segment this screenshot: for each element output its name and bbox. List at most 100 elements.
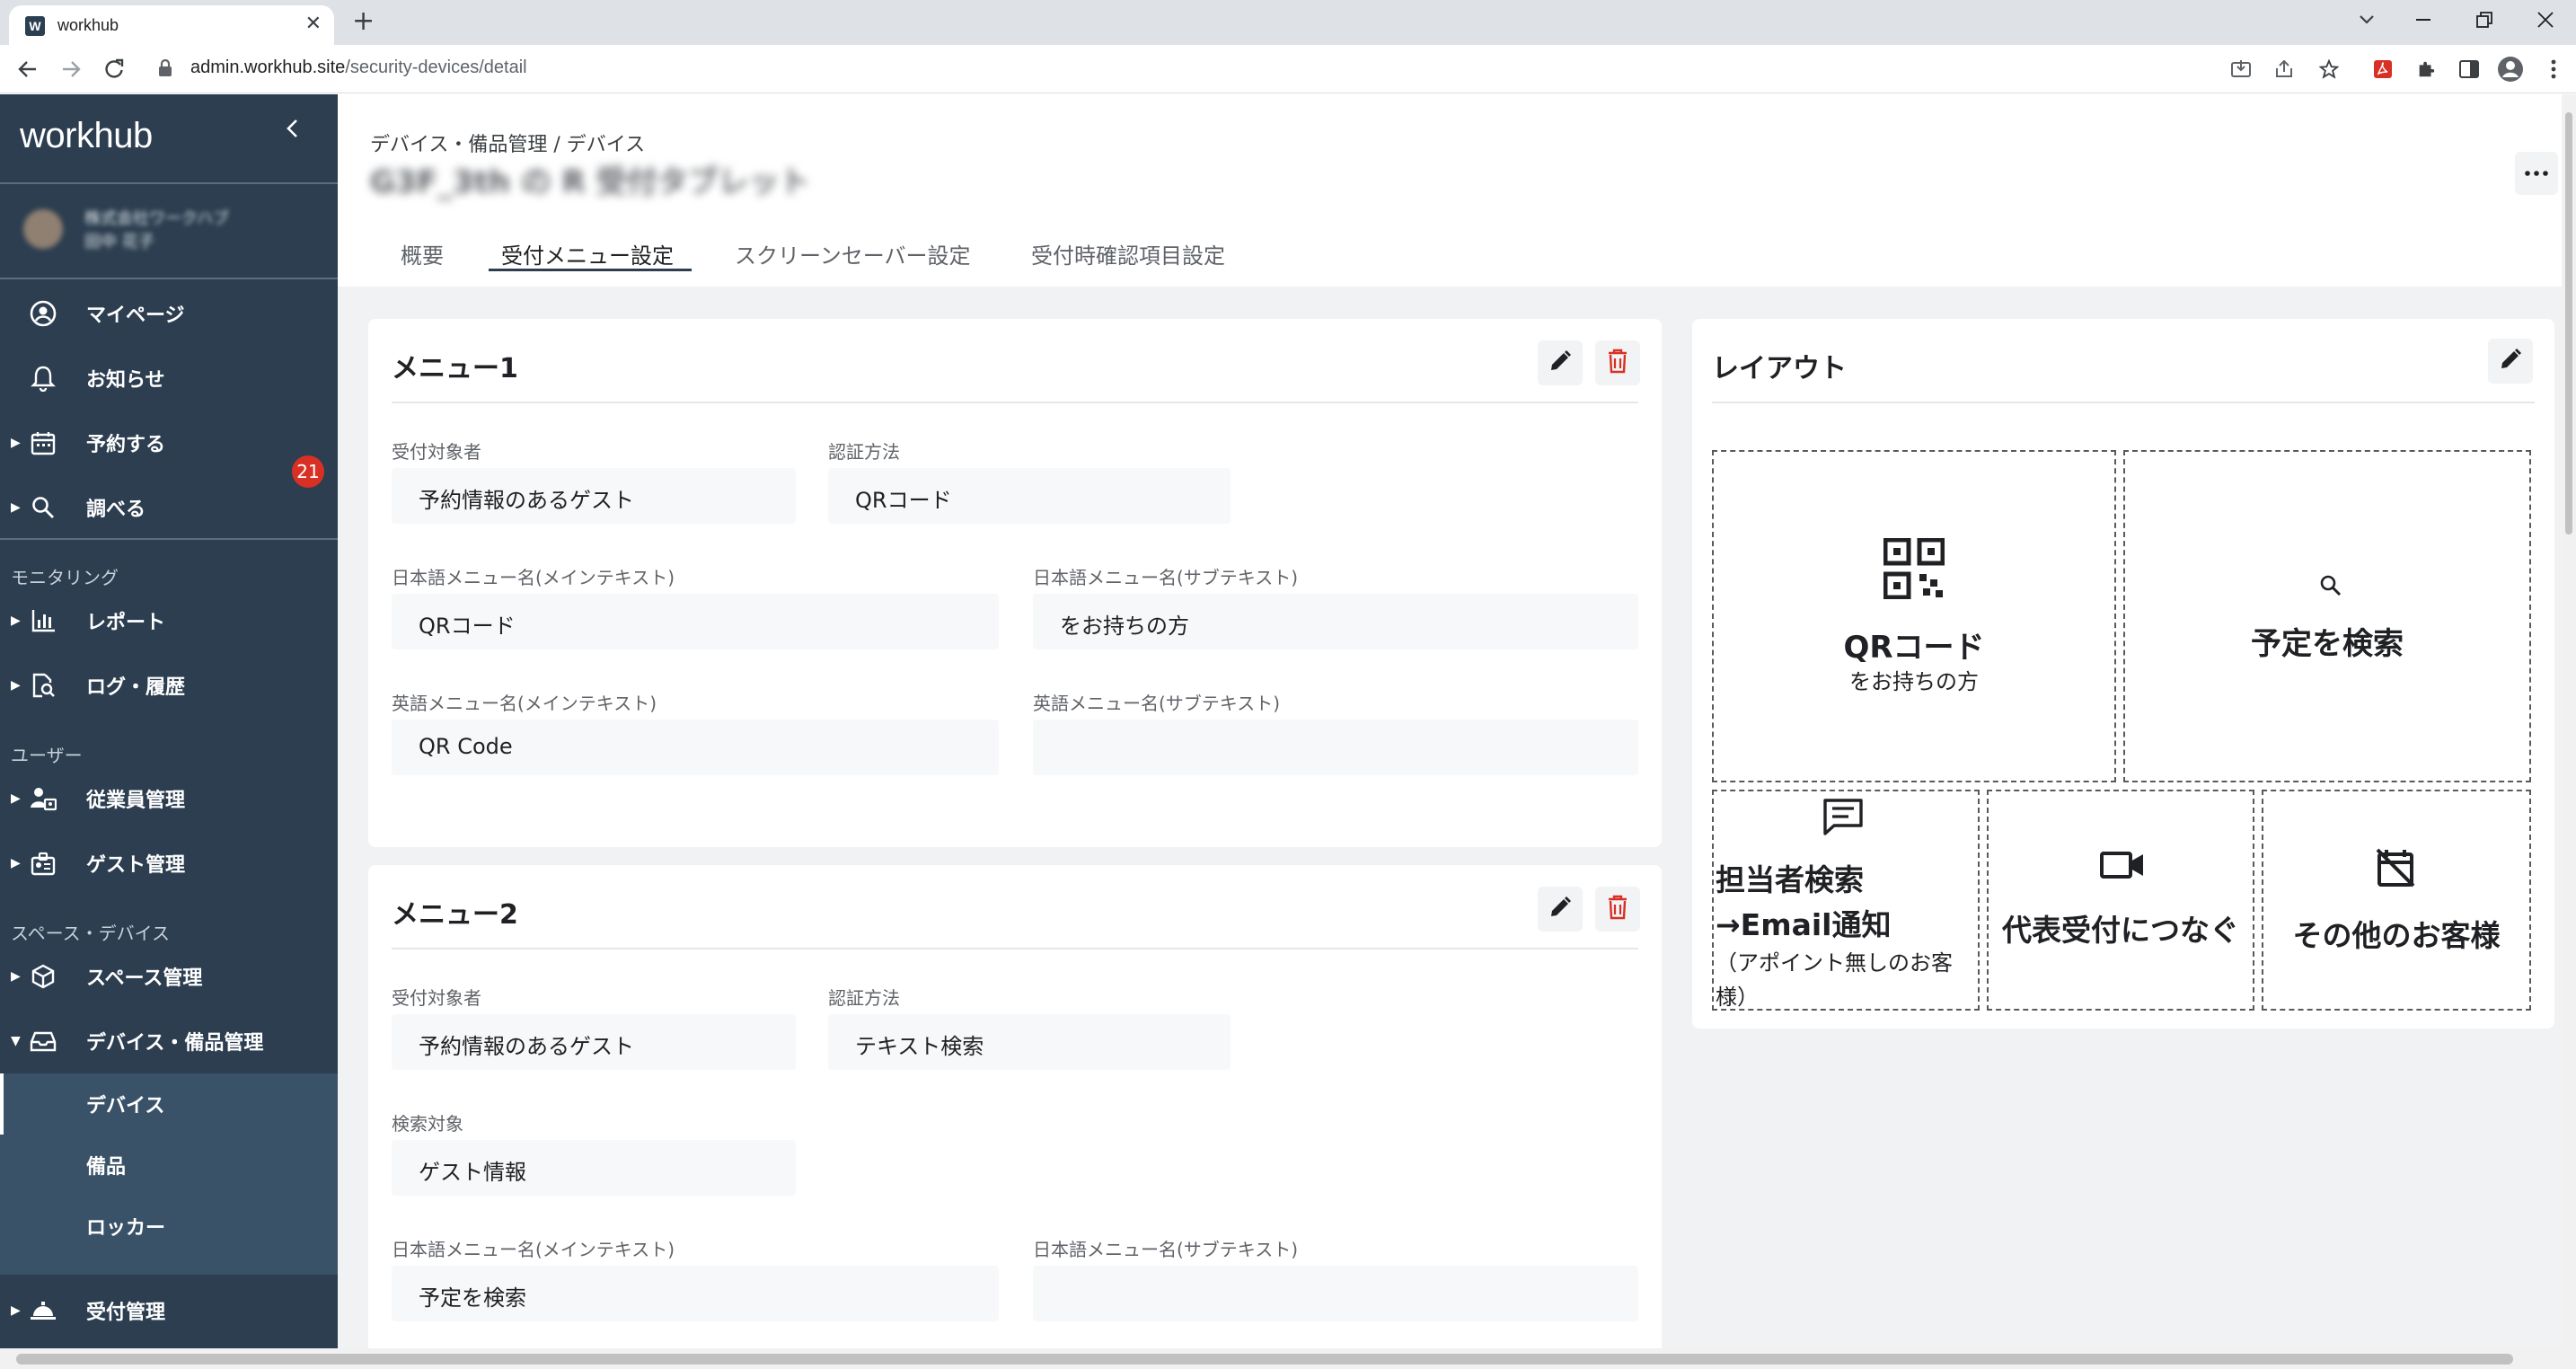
sidebar-subitem-equipment[interactable]: 備品 — [0, 1135, 338, 1194]
tab-close-icon[interactable]: ✕ — [305, 13, 322, 35]
calendar-icon — [29, 428, 57, 457]
field-value: QRコード — [855, 488, 952, 513]
browser-tab[interactable]: W workhub ✕ — [9, 5, 334, 45]
layout-cell-search-schedule[interactable]: 予定を検索 — [2123, 450, 2531, 782]
layout-cell-representative[interactable]: 代表受付につなぐ — [1987, 790, 2254, 1011]
section-user: ユーザー — [11, 745, 83, 766]
avatar[interactable] — [23, 209, 63, 249]
video-camera-icon — [2100, 851, 2145, 883]
sidebar-submenu: デバイス 備品 ロッカー — [0, 1073, 338, 1275]
horizontal-scrollbar[interactable] — [0, 1348, 2576, 1369]
tab-screensaver[interactable]: スクリーンセーバー設定 — [735, 238, 971, 269]
auth-method-field: QRコード — [828, 468, 1231, 524]
delete-button[interactable] — [1595, 887, 1640, 932]
user-display-name: 田中 花子 — [84, 233, 154, 252]
card-divider — [392, 948, 1638, 949]
sidebar-item-spaces[interactable]: ▶ スペース管理 — [0, 949, 338, 1003]
tab-overview[interactable]: 概要 — [401, 238, 444, 269]
field-label-target: 受付対象者 — [392, 441, 481, 463]
field-label-target: 受付対象者 — [392, 987, 481, 1009]
pdf-extension-icon[interactable] — [2368, 54, 2398, 84]
layout-cell-staff-search[interactable]: 担当者検索→Email通知 （アポイント無しのお客様） — [1712, 790, 1980, 1011]
tab-confirmation-items[interactable]: 受付時確認項目設定 — [1031, 238, 1225, 269]
workhub-favicon-icon: W — [25, 16, 45, 36]
horizontal-scroll-thumb[interactable] — [16, 1354, 2513, 1365]
sidebar: workhub 株式会社ワークハブ 田中 花子 マイページ お知らせ 21 ▶ … — [0, 94, 338, 1348]
sidebar-item-notifications[interactable]: お知らせ — [0, 351, 338, 405]
browser-menu-icon[interactable] — [2538, 54, 2569, 84]
layout-cell-other-guests[interactable]: その他のお客様 — [2262, 790, 2531, 1011]
browser-tab-title: workhub — [57, 16, 119, 34]
sidebar-item-guests[interactable]: ▶ ゲスト管理 — [0, 836, 338, 890]
sidebar-item-reserve[interactable]: ▶ 予約する — [0, 416, 338, 470]
close-window-icon[interactable] — [2515, 0, 2576, 40]
new-tab-icon[interactable]: + — [352, 5, 375, 37]
sidebar-item-mypage[interactable]: マイページ — [0, 287, 338, 340]
tab-search-icon[interactable] — [2346, 0, 2387, 40]
caret-right-icon: ▶ — [11, 1303, 21, 1318]
lock-icon[interactable] — [158, 58, 172, 81]
sidebar-item-search[interactable]: ▶ 調べる — [0, 481, 338, 534]
sidebar-item-logs[interactable]: ▶ ログ・履歴 — [0, 658, 338, 712]
pencil-icon — [1548, 349, 1572, 376]
vertical-scrollbar[interactable] — [2562, 94, 2576, 1348]
sidebar-item-reception[interactable]: ▶ 受付管理 — [0, 1284, 338, 1338]
field-label-ja-main: 日本語メニュー名(メインテキスト) — [392, 1239, 675, 1260]
caret-right-icon: ▶ — [11, 678, 21, 693]
layout-cell-main-text: QRコード — [1843, 630, 1985, 666]
layout-card: レイアウト QRコード をお持ちの方 予定を検索 担当者検索→Email通知 （… — [1692, 319, 2554, 1029]
sidebar-subitem-devices[interactable]: デバイス — [0, 1073, 338, 1133]
reload-icon[interactable] — [97, 52, 131, 86]
more-options-button[interactable] — [2515, 152, 2558, 195]
ja-main-text-field: QRコード — [392, 594, 999, 649]
side-panel-icon[interactable] — [2454, 54, 2484, 84]
account-circle-icon — [29, 299, 57, 328]
workhub-logo[interactable]: workhub — [20, 116, 153, 156]
sidebar-item-label: 調べる — [86, 499, 146, 521]
address-bar[interactable]: admin.workhub.site/security-devices/deta… — [190, 57, 527, 78]
field-label-en-sub: 英語メニュー名(サブテキスト) — [1033, 693, 1281, 714]
sidebar-collapse-icon[interactable] — [286, 118, 298, 145]
ja-main-text-field: 予定を検索 — [392, 1266, 999, 1321]
sidebar-subitem-lockers[interactable]: ロッカー — [0, 1196, 338, 1255]
layout-edit-button[interactable] — [2488, 339, 2533, 384]
caret-down-icon: ▼ — [11, 1034, 21, 1048]
sidebar-item-report[interactable]: ▶ レポート — [0, 594, 338, 648]
pencil-icon — [1548, 896, 1572, 923]
restore-icon[interactable] — [2454, 0, 2515, 40]
extensions-puzzle-icon[interactable] — [2411, 54, 2441, 84]
bell-service-icon — [29, 1296, 57, 1325]
sidebar-item-label: レポート — [86, 612, 166, 634]
employee-icon — [29, 784, 57, 813]
main-content: デバイス・備品管理 / デバイス G3F_3th の R 受付タブレット 概要 … — [338, 94, 2576, 1348]
share-icon[interactable] — [2269, 54, 2299, 84]
sidebar-item-label: マイページ — [86, 305, 185, 327]
breadcrumb[interactable]: デバイス・備品管理 / デバイス — [370, 128, 645, 157]
field-value: 予約情報のあるゲスト — [419, 488, 634, 513]
sidebar-item-employees[interactable]: ▶ 従業員管理 — [0, 772, 338, 826]
vertical-scroll-thumb[interactable] — [2565, 112, 2572, 534]
field-value: をお持ちの方 — [1060, 614, 1189, 639]
field-value: テキスト検索 — [855, 1034, 984, 1059]
delete-button[interactable] — [1595, 340, 1640, 385]
trash-icon — [1607, 349, 1628, 377]
profile-avatar-icon[interactable] — [2495, 54, 2526, 84]
layout-cell-qr[interactable]: QRコード をお持ちの方 — [1712, 450, 2116, 782]
edit-button[interactable] — [1538, 340, 1583, 385]
user-name-block[interactable]: 株式会社ワークハブ 田中 花子 — [84, 208, 229, 254]
cube-icon — [29, 962, 57, 991]
minimize-icon[interactable] — [2393, 0, 2454, 40]
ja-sub-text-field: をお持ちの方 — [1033, 594, 1638, 649]
install-app-icon[interactable] — [2226, 54, 2256, 84]
field-label-auth: 認証方法 — [828, 441, 900, 463]
back-icon[interactable] — [11, 52, 45, 86]
search-icon — [29, 493, 57, 522]
tab-reception-menu[interactable]: 受付メニュー設定 — [501, 238, 674, 269]
caret-right-icon: ▶ — [11, 500, 21, 515]
forward-icon[interactable] — [54, 52, 88, 86]
field-label-ja-main: 日本語メニュー名(メインテキスト) — [392, 567, 675, 588]
bookmark-star-icon[interactable] — [2314, 54, 2344, 84]
sidebar-item-devices-equipment[interactable]: ▼ デバイス・備品管理 — [0, 1014, 338, 1068]
card-divider — [1712, 402, 2535, 403]
edit-button[interactable] — [1538, 887, 1583, 932]
